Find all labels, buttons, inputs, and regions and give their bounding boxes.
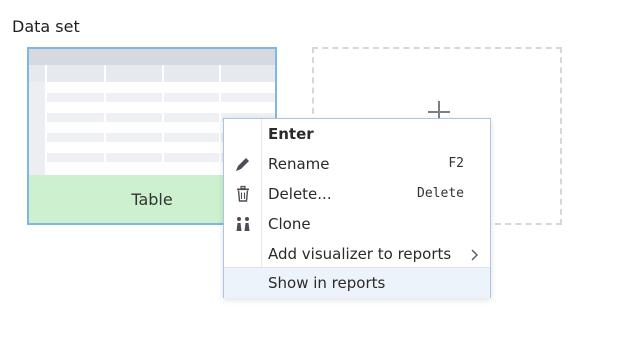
menu-item-label: Enter — [268, 125, 314, 143]
preview-column-header — [29, 65, 275, 82]
menu-item-add-visualizer[interactable]: Add visualizer to reports — [224, 239, 490, 269]
menu-item-rename[interactable]: Rename F2 — [224, 149, 490, 179]
menu-item-label: Delete... — [268, 185, 332, 203]
chevron-right-icon — [468, 247, 480, 261]
shortcut-label: F2 — [448, 156, 464, 171]
clone-icon — [234, 215, 252, 233]
menu-item-label: Rename — [268, 155, 330, 173]
dataset-panel: Data set Table Enter Rename F2 Delete...… — [0, 0, 635, 346]
menu-item-enter[interactable]: Enter — [224, 119, 490, 149]
menu-item-delete[interactable]: Delete... Delete — [224, 179, 490, 209]
menu-item-label: Add visualizer to reports — [268, 245, 452, 263]
preview-header-bar — [29, 49, 275, 65]
section-title: Data set — [12, 17, 80, 36]
trash-icon — [234, 185, 252, 203]
menu-item-clone[interactable]: Clone — [224, 209, 490, 239]
shortcut-label: Delete — [417, 186, 464, 201]
menu-item-show-in-reports[interactable]: Show in reports — [224, 268, 490, 298]
preview-column-divider — [45, 65, 47, 175]
menu-item-label: Show in reports — [268, 274, 386, 292]
preview-column-divider — [219, 65, 221, 175]
context-menu: Enter Rename F2 Delete... Delete Clone A… — [223, 118, 491, 298]
preview-row — [45, 93, 275, 102]
pencil-icon — [234, 155, 252, 173]
preview-row-gutter — [29, 82, 45, 175]
menu-item-label: Clone — [268, 215, 311, 233]
preview-column-divider — [104, 65, 106, 175]
preview-column-divider — [162, 65, 164, 175]
